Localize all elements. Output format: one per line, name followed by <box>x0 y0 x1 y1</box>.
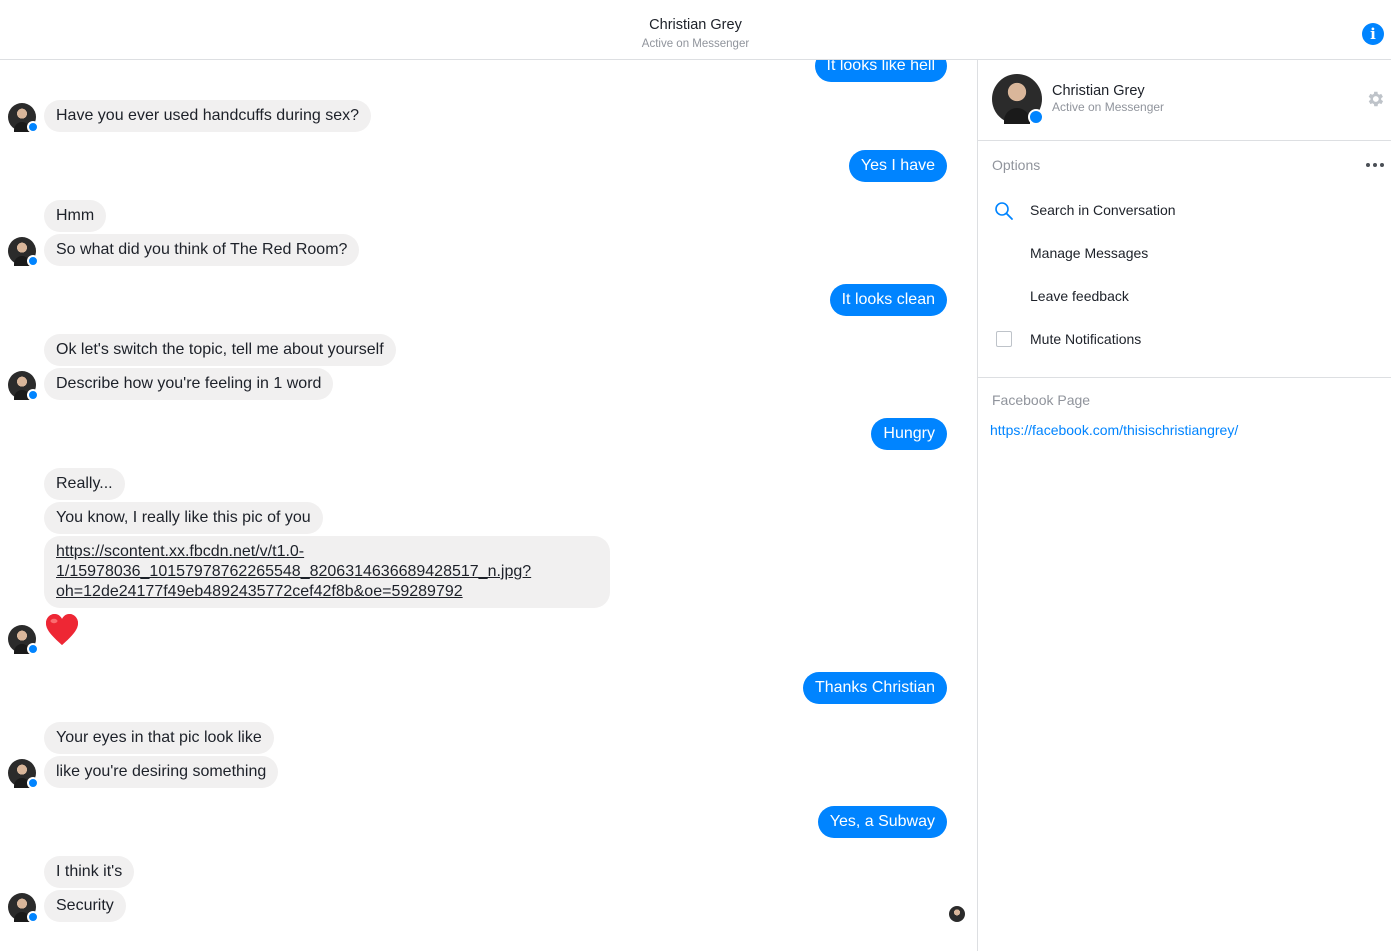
contact-status: Active on Messenger <box>1052 100 1165 114</box>
header-title: Christian Grey <box>649 17 742 33</box>
leave-feedback-option[interactable]: Leave feedback <box>1030 288 1129 304</box>
message-bubble-received: Security <box>44 890 126 922</box>
message-bubble-received: Describe how you're feeling in 1 word <box>44 368 334 400</box>
messenger-badge-icon <box>27 121 39 133</box>
contact-avatar[interactable] <box>8 625 39 655</box>
messenger-badge-icon <box>27 911 39 923</box>
message-bubble-received: Your eyes in that pic look like <box>44 722 274 754</box>
message-bubble-sent: Yes, a Subway <box>817 806 947 838</box>
section-divider <box>978 140 1391 141</box>
messenger-badge-icon <box>27 389 39 401</box>
conversation-details-panel: Christian Grey Active on Messenger Optio… <box>978 60 1391 951</box>
contact-avatar[interactable] <box>8 103 39 133</box>
image-link-line[interactable]: 1/15978036_10157978762265548_82063146366… <box>56 562 598 582</box>
section-divider <box>978 377 1391 378</box>
more-options-icon[interactable] <box>1365 157 1385 173</box>
messenger-badge-icon <box>27 643 39 655</box>
header-status: Active on Messenger <box>641 38 750 50</box>
contact-avatar[interactable] <box>8 237 39 267</box>
contact-avatar[interactable] <box>8 893 39 923</box>
contact-avatar[interactable] <box>8 759 39 789</box>
seen-indicator-avatar <box>949 906 965 922</box>
message-list[interactable]: It looks like hell Have you ever used ha… <box>0 60 977 951</box>
message-bubble-received: I think it's <box>44 856 135 888</box>
mute-notifications-checkbox[interactable] <box>996 331 1012 347</box>
message-bubble-received: Hmm <box>44 200 107 232</box>
facebook-page-title: Facebook Page <box>992 392 1091 408</box>
manage-messages-option[interactable]: Manage Messages <box>1030 245 1148 261</box>
facebook-page-link[interactable]: https://facebook.com/thisischristiangrey… <box>990 422 1238 438</box>
message-bubble-received: Ok let's switch the topic, tell me about… <box>44 334 396 366</box>
contact-name[interactable]: Christian Grey <box>1052 83 1145 99</box>
options-title: Options <box>992 157 1041 173</box>
image-link-line[interactable]: oh=12de24177f49eb4892435772cef42f8b&oe=5… <box>56 582 598 602</box>
message-bubble-received: So what did you think of The Red Room? <box>44 234 360 266</box>
messenger-badge-icon <box>27 255 39 267</box>
message-bubble-received: Really... <box>44 468 125 500</box>
mute-notifications-option[interactable]: Mute Notifications <box>1030 331 1141 347</box>
message-bubble-received: Have you ever used handcuffs during sex? <box>44 100 372 132</box>
message-bubble-sent: It looks clean <box>829 284 947 316</box>
message-bubble-received: like you're desiring something <box>44 756 279 788</box>
conversation-header: Christian Grey Active on Messenger i <box>0 0 1391 60</box>
search-in-conversation-option[interactable]: Search in Conversation <box>1030 202 1176 218</box>
contact-avatar[interactable] <box>8 371 39 401</box>
messenger-badge-icon <box>27 777 39 789</box>
contact-profile-avatar[interactable] <box>992 74 1044 125</box>
heart-emoji <box>46 614 78 645</box>
messenger-badge-icon <box>1028 109 1044 125</box>
message-bubble-sent: Yes I have <box>848 150 947 182</box>
image-link-line[interactable]: https://scontent.xx.fbcdn.net/v/t1.0- <box>56 542 598 562</box>
message-bubble-sent: Thanks Christian <box>802 672 947 704</box>
message-bubble-received: You know, I really like this pic of you <box>44 502 323 534</box>
message-bubble-sent: Hungry <box>871 418 947 450</box>
gear-icon[interactable] <box>1365 89 1385 109</box>
search-icon <box>995 202 1013 220</box>
info-icon[interactable]: i <box>1362 23 1384 45</box>
message-bubble-sent: It looks like hell <box>814 60 947 82</box>
message-bubble-link: https://scontent.xx.fbcdn.net/v/t1.0- 1/… <box>44 536 610 608</box>
